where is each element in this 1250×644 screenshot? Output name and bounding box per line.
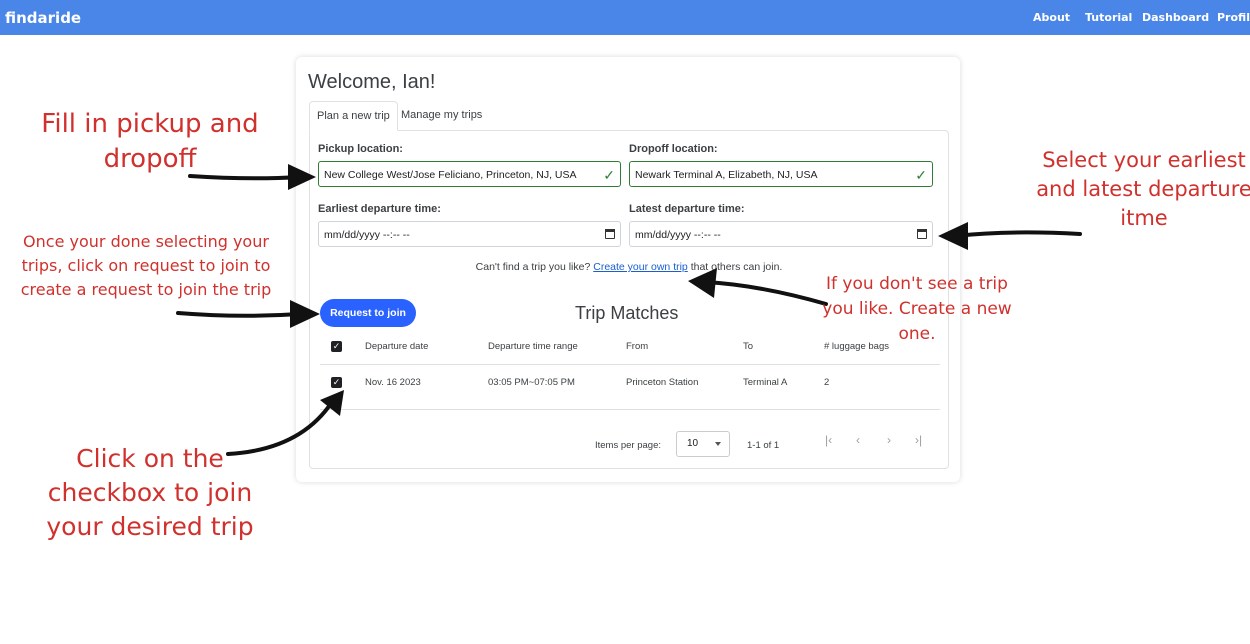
annotation-arrows xyxy=(176,164,1082,456)
annotation-create: If you don't see a trip you like. Create… xyxy=(822,274,1012,344)
arrowhead-create xyxy=(688,268,717,298)
arrowhead-pickup xyxy=(288,164,316,190)
arrow-create xyxy=(703,280,828,306)
tab-plan-new-trip[interactable]: Plan a new trip xyxy=(309,101,398,131)
annotation-checkbox: Click on the checkbox to join your desir… xyxy=(46,444,254,541)
arrow-request xyxy=(176,311,302,318)
annotation-request: Once your done selecting your trips, cli… xyxy=(20,232,272,299)
arrowhead-times xyxy=(938,222,968,250)
annotation-pickup: Fill in pickup and dropoff xyxy=(41,109,259,174)
arrowhead-request xyxy=(290,300,320,328)
annotation-times: Select your earliest and latest departur… xyxy=(1036,148,1250,230)
